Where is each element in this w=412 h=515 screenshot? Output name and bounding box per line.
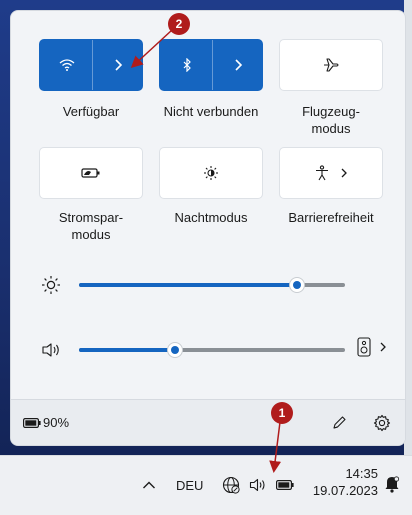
annotation-badge-1: 1 (271, 402, 293, 424)
annotation-arrows (130, 29, 282, 473)
annotation-arrow-1 (269, 421, 282, 473)
annotation-arrow-2 (130, 29, 173, 69)
annotation-badge-2: 2 (168, 13, 190, 35)
